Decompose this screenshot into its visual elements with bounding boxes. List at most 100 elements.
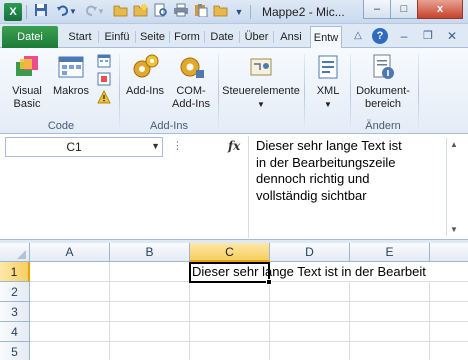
new-folder-icon[interactable] [132,3,150,21]
close-button[interactable]: x [417,0,463,19]
grid-line [30,321,468,322]
group-label-code: Code [47,120,75,132]
tab-separator [239,31,240,43]
cell-c1-text: Dieser sehr lange Text ist in der Bearbe… [192,264,426,279]
tab-separator [135,31,136,43]
add-ins-button[interactable]: Add-Ins [123,52,167,98]
controls-icon [246,52,276,82]
visual-basic-icon [12,52,42,82]
scroll-up-icon[interactable]: ▲ [450,140,458,149]
tab-start[interactable]: Start [64,26,96,48]
controls-label: Steuerelemente [222,85,300,97]
tab-file[interactable]: Datei [2,26,58,48]
tab-data[interactable]: Date [207,26,237,48]
group-separator [119,54,120,130]
record-macro-icon[interactable] [97,54,111,68]
xml-button[interactable]: XML ▼ [308,52,348,111]
customize-qat-icon[interactable]: ▼ [232,3,246,21]
quick-access-toolbar: ▼ ▼ ▼ [26,3,256,21]
window-close-icon[interactable]: ✕ [444,28,460,44]
qat-separator [250,5,251,19]
undo-dropdown-icon[interactable]: ▼ [68,3,78,21]
document-panel-label: Dokument- bereich [356,85,410,110]
formula-bar-scrollbar[interactable]: ▲ ▼ [446,138,460,236]
insert-function-icon[interactable]: fx [228,139,240,153]
formula-tools: ⋮ fx [168,137,248,157]
qat-separator [26,5,27,19]
visual-basic-button[interactable]: Visual Basic [6,52,48,111]
add-ins-label: Add-Ins [126,85,164,97]
group-label-modify: Ändern [365,120,401,132]
group-separator [304,54,305,130]
save-icon[interactable] [32,3,50,21]
column-header-d[interactable]: D [270,243,350,262]
row-header-5[interactable]: 5 [0,342,30,360]
relative-references-icon[interactable] [97,72,111,86]
window-restore-icon[interactable]: ❐ [420,28,436,44]
tab-separator [98,31,99,43]
tab-review[interactable]: Über [242,26,271,48]
tab-insert[interactable]: Einfü [101,26,133,48]
row-header-4[interactable]: 4 [0,322,30,342]
ribbon-tab-row: Datei Start Einfü Seite Form Date Über A… [0,24,468,48]
minimize-button[interactable]: – [363,0,391,19]
grid-line [30,301,468,302]
open-icon[interactable] [212,3,230,21]
row-header-1[interactable]: 1 [0,262,30,282]
maximize-button[interactable]: □ [390,0,418,19]
grid-line [429,282,430,360]
name-box[interactable]: C1 ▼ [5,137,163,157]
column-header-b[interactable]: B [110,243,190,262]
select-all-button[interactable] [0,243,30,262]
group-separator [218,54,219,130]
tab-view[interactable]: Ansi [276,26,306,48]
row-header-3[interactable]: 3 [0,302,30,322]
document-panel-button[interactable]: Dokument- bereich [352,52,414,111]
column-header-c[interactable]: C [190,243,270,262]
scroll-down-icon[interactable]: ▼ [450,225,458,234]
formula-input[interactable]: Dieser sehr lange Text ist in der Bearbe… [256,138,446,204]
resize-grip-icon[interactable]: ⋮ [172,139,183,152]
column-headers: A B C D E [0,243,468,262]
column-header-a[interactable]: A [30,243,110,262]
visual-basic-label: Visual Basic [12,85,42,110]
row-header-2[interactable]: 2 [0,282,30,302]
xml-label: XML [316,85,340,97]
group-separator [418,54,419,130]
grid-line [349,282,350,360]
select-all-icon [17,250,26,259]
open-folder-icon[interactable] [112,3,130,21]
macro-security-icon[interactable] [97,89,111,104]
formula-divider [248,136,249,238]
redo-dropdown-icon[interactable]: ▼ [96,3,106,21]
column-header-f[interactable] [430,243,468,262]
title-bar: X ▼ ▼ ▼ Mappe2 - Mic... – □ x [0,0,468,24]
tab-separator [169,31,170,43]
print-icon[interactable] [172,3,190,21]
column-header-e[interactable]: E [350,243,430,262]
tab-developer[interactable]: Entw [310,26,342,48]
paste-icon[interactable] [192,3,210,21]
com-add-ins-icon [176,52,206,82]
com-add-ins-button[interactable]: COM- Add-Ins [169,52,213,111]
ribbon: Visual Basic Makros Code Add-Ins COM- Ad… [0,48,468,134]
tab-formulas[interactable]: Form [172,26,202,48]
group-label-add-ins: Add-Ins [150,120,188,132]
xml-icon [313,52,343,82]
controls-button[interactable]: Steuerelemente ▼ [220,52,302,111]
fill-handle[interactable] [266,279,272,285]
group-separator [350,54,351,130]
window-title: Mappe2 - Mic... [262,5,345,19]
tab-separator [204,31,205,43]
print-preview-icon[interactable] [152,3,170,21]
help-icon[interactable]: ? [372,28,388,44]
collapse-ribbon-icon[interactable]: △ [350,28,366,44]
name-box-dropdown-icon[interactable]: ▼ [151,141,160,151]
formula-bar: C1 ▼ ⋮ fx Dieser sehr lange Text ist in … [0,134,468,240]
macros-button[interactable]: Makros [50,52,92,98]
grid-line [30,341,468,342]
window-minimize-icon[interactable]: – [396,28,412,44]
tab-page-layout[interactable]: Seite [138,26,167,48]
excel-logo-icon[interactable]: X [4,3,22,21]
sheet-grid: 1 2 3 4 5 Dieser sehr lange Text ist in … [0,262,468,360]
